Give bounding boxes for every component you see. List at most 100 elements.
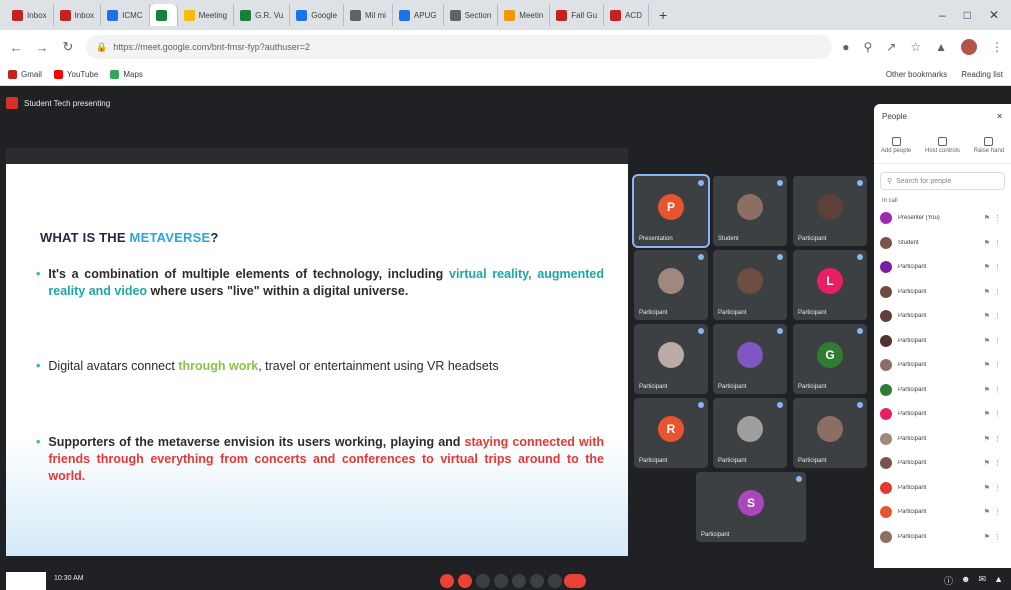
person-options-icon[interactable]: ⚑⋮	[984, 288, 1005, 296]
people-list-item[interactable]: Participant ⚑⋮	[874, 255, 1011, 280]
participant-tile[interactable]: Participant	[793, 398, 867, 468]
chat-icon[interactable]: ✉	[979, 574, 987, 587]
participant-tile[interactable]: Participant	[713, 250, 787, 320]
people-list-item[interactable]: Participant ⚑⋮	[874, 304, 1011, 329]
participant-tile[interactable]: P Presentation	[632, 174, 710, 248]
person-options-icon[interactable]: ⚑⋮	[984, 214, 1005, 222]
browser-tab[interactable]: Fall Gu	[550, 4, 605, 26]
browser-tab[interactable]: Google	[290, 4, 345, 26]
bookmark-item[interactable]: Gmail	[8, 70, 42, 79]
back-icon[interactable]: ←	[8, 40, 24, 55]
bookmark-item[interactable]: YouTube	[53, 70, 99, 79]
bookmark-label: YouTube	[66, 70, 99, 79]
close-icon[interactable]: ✕	[989, 8, 999, 22]
people-list-item[interactable]: Participant ⚑⋮	[874, 500, 1011, 525]
person-options-icon[interactable]: ⚑⋮	[984, 508, 1005, 516]
people-action[interactable]: Raise hand	[974, 137, 1004, 154]
bookmark-folder[interactable]: Other bookmarks	[886, 70, 947, 79]
browser-tab[interactable]: Mil mi	[344, 4, 393, 26]
menu-icon[interactable]: ⋮	[991, 40, 1003, 54]
browser-tab[interactable]: APUG	[393, 4, 444, 26]
browser-tab[interactable]: Section	[444, 4, 499, 26]
close-panel-icon[interactable]: ✕	[996, 112, 1003, 121]
minimize-icon[interactable]: –	[939, 8, 946, 22]
mic-indicator-icon	[698, 402, 704, 408]
bookmark-item[interactable]: Maps	[110, 70, 143, 79]
browser-tab[interactable]: Inbox	[6, 4, 54, 26]
person-options-icon[interactable]: ⚑⋮	[984, 533, 1005, 541]
maximize-icon[interactable]: □	[964, 8, 971, 22]
browser-tab[interactable]: Meeting	[178, 4, 235, 26]
share-icon[interactable]: ↗	[886, 40, 896, 54]
participant-avatar: R	[658, 415, 684, 442]
camera-icon[interactable]: ●	[842, 40, 849, 54]
camera-off-button[interactable]	[458, 574, 472, 588]
people-list-item[interactable]: Participant ⚑⋮	[874, 451, 1011, 476]
browser-tab[interactable]: Meetin	[498, 4, 551, 26]
reload-icon[interactable]: ↻	[60, 39, 76, 55]
people-list-item[interactable]: Participant ⚑⋮	[874, 378, 1011, 403]
people-list-item[interactable]: Participant ⚑⋮	[874, 476, 1011, 501]
profile-avatar[interactable]	[961, 39, 977, 55]
leave-call-button[interactable]	[564, 574, 586, 588]
browser-tab[interactable]: G.R. Vu	[234, 4, 291, 26]
person-options-icon[interactable]: ⚑⋮	[984, 361, 1005, 369]
address-bar[interactable]: 🔒 https://meet.google.com/bnt-fmsr-fyp?a…	[86, 35, 833, 59]
new-tab-button[interactable]: +	[649, 7, 677, 23]
browser-tab[interactable]	[149, 4, 178, 26]
info-icon[interactable]: ⓘ	[944, 574, 953, 587]
person-options-icon[interactable]: ⚑⋮	[984, 410, 1005, 418]
person-options-icon[interactable]: ⚑⋮	[984, 459, 1005, 467]
people-list-item[interactable]: Participant ⚑⋮	[874, 402, 1011, 427]
person-options-icon[interactable]: ⚑⋮	[984, 239, 1005, 247]
people-list-item[interactable]: Student ⚑⋮	[874, 231, 1011, 256]
emoji-button[interactable]	[548, 574, 562, 588]
activities-icon[interactable]: ▲	[994, 574, 1003, 587]
people-list-item[interactable]: Participant ⚑⋮	[874, 525, 1011, 550]
tab-label: Fall Gu	[571, 10, 598, 20]
participant-tile[interactable]: G Participant	[793, 324, 867, 394]
bookmark-folder[interactable]: Reading list	[961, 70, 1003, 79]
participant-tile[interactable]: Student	[713, 176, 787, 246]
title-prefix: WHAT IS THE	[40, 230, 130, 245]
participant-tile[interactable]: L Participant	[793, 250, 867, 320]
participant-tile[interactable]: Participant	[713, 324, 787, 394]
screen: Inbox Inbox ICMC Meeting G.R. Vu Google Mil mi…	[0, 0, 1011, 590]
people-action[interactable]: Add people	[881, 137, 911, 154]
raise-hand-button[interactable]	[494, 574, 508, 588]
participant-tile[interactable]: Participant	[713, 398, 787, 468]
people-search-input[interactable]: ⚲ Search for people	[880, 172, 1005, 190]
participant-tile[interactable]: S Participant	[696, 472, 806, 542]
participant-tile[interactable]: Participant	[634, 250, 708, 320]
forward-icon[interactable]: →	[34, 40, 50, 55]
present-button[interactable]	[512, 574, 526, 588]
person-options-icon[interactable]: ⚑⋮	[984, 484, 1005, 492]
bookmark-label: Gmail	[21, 70, 42, 79]
extensions-icon[interactable]: ▲	[935, 40, 947, 54]
browser-tab[interactable]: ACD	[604, 4, 649, 26]
person-options-icon[interactable]: ⚑⋮	[984, 435, 1005, 443]
mic-off-button[interactable]	[440, 574, 454, 588]
participant-tile[interactable]: Participant	[634, 324, 708, 394]
participant-tile[interactable]: Participant	[793, 176, 867, 246]
browser-tab[interactable]: ICMC	[101, 4, 150, 26]
people-list-item[interactable]: Participant ⚑⋮	[874, 427, 1011, 452]
tab-label: APUG	[413, 10, 437, 20]
captions-button[interactable]	[476, 574, 490, 588]
star-icon[interactable]: ☆	[910, 40, 921, 54]
zoom-icon[interactable]: ⚲	[863, 40, 872, 54]
people-list-item[interactable]: Presenter (You) ⚑⋮	[874, 206, 1011, 231]
people-action[interactable]: Host controls	[925, 137, 960, 154]
people-list-item[interactable]: Participant ⚑⋮	[874, 329, 1011, 354]
browser-tab[interactable]: Inbox	[54, 4, 102, 26]
people-list-item[interactable]: Participant ⚑⋮	[874, 353, 1011, 378]
people-icon[interactable]: ☻	[961, 574, 970, 587]
more-options-button[interactable]	[530, 574, 544, 588]
person-options-icon[interactable]: ⚑⋮	[984, 312, 1005, 320]
participant-avatar	[817, 415, 843, 442]
person-options-icon[interactable]: ⚑⋮	[984, 386, 1005, 394]
person-options-icon[interactable]: ⚑⋮	[984, 263, 1005, 271]
person-options-icon[interactable]: ⚑⋮	[984, 337, 1005, 345]
people-list-item[interactable]: Participant ⚑⋮	[874, 280, 1011, 305]
participant-tile[interactable]: R Participant	[634, 398, 708, 468]
